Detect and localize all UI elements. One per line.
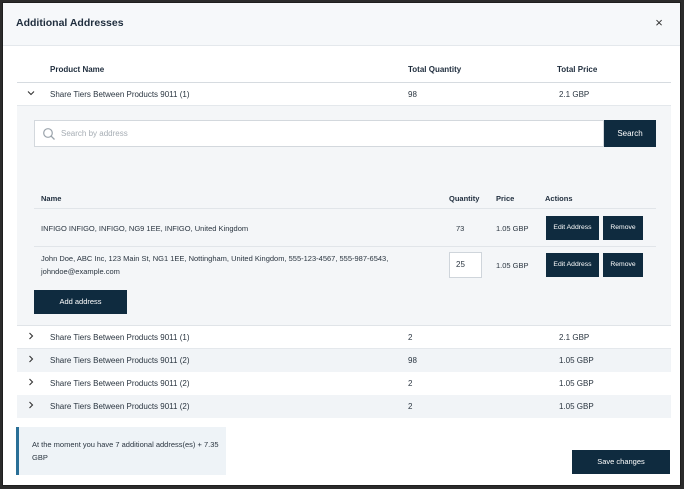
search-field[interactable] [34,120,604,147]
chevron-right-icon[interactable] [26,354,36,366]
modal-title: Additional Addresses [16,17,124,29]
total-price: 1.05 GBP [559,402,594,411]
column-header-actions: Actions [545,194,573,203]
address-price: 1.05 GBP [496,224,529,233]
search-button[interactable]: Search [604,120,656,147]
row-divider [34,246,656,247]
column-header-total-quantity: Total Quantity [408,65,462,74]
table-row[interactable]: Share Tiers Between Products 9011 (2) 2 … [17,372,671,395]
table-row-expanded[interactable]: Share Tiers Between Products 9011 (1) 98… [17,83,671,106]
total-quantity: 2 [408,379,413,388]
table-row[interactable]: Share Tiers Between Products 9011 (2) 98… [17,349,671,372]
total-quantity: 2 [408,402,413,411]
total-price: 2.1 GBP [559,90,590,99]
table-row[interactable]: Share Tiers Between Products 9011 (2) 2 … [17,395,671,418]
product-name: Share Tiers Between Products 9011 (1) [50,90,190,99]
table-row[interactable]: Share Tiers Between Products 9011 (1) 2 … [17,326,671,349]
info-text: At the moment you have 7 additional addr… [32,440,219,462]
add-address-button[interactable]: Add address [34,290,127,314]
total-quantity: 98 [408,356,417,365]
info-message: At the moment you have 7 additional addr… [16,427,226,475]
chevron-down-icon[interactable] [26,88,36,100]
chevron-right-icon[interactable] [26,400,36,412]
search-input[interactable] [61,121,601,146]
address-name: INFIGO INFIGO, INFIGO, NG9 1EE, INFIGO, … [41,224,249,233]
total-quantity: 98 [408,90,417,99]
total-quantity: 2 [408,333,413,342]
remove-button[interactable]: Remove [603,216,643,240]
row-divider [34,208,656,209]
product-name: Share Tiers Between Products 9011 (2) [50,379,190,388]
total-price: 1.05 GBP [559,356,594,365]
edit-address-button[interactable]: Edit Address [546,216,599,240]
search-icon [42,127,56,141]
quantity-input[interactable]: 25 [449,252,482,278]
column-header-product-name: Product Name [50,65,105,74]
column-header-name: Name [41,194,62,203]
remove-button[interactable]: Remove [603,253,643,277]
chevron-right-icon[interactable] [26,331,36,343]
save-changes-button[interactable]: Save changes [572,450,670,474]
address-panel: Search Name Quantity Price Actions INFIG… [17,106,671,326]
product-name: Share Tiers Between Products 9011 (1) [50,333,190,342]
modal-header: Additional Addresses × [3,3,680,46]
edit-address-button[interactable]: Edit Address [546,253,599,277]
product-name: Share Tiers Between Products 9011 (2) [50,402,190,411]
column-header-price: Price [496,194,515,203]
address-quantity: 73 [456,224,465,233]
chevron-right-icon[interactable] [26,377,36,389]
product-name: Share Tiers Between Products 9011 (2) [50,356,190,365]
address-price: 1.05 GBP [496,261,529,270]
total-price: 1.05 GBP [559,379,594,388]
additional-addresses-modal: Additional Addresses × Product Name Tota… [2,2,681,486]
column-header-total-price: Total Price [557,65,598,74]
total-price: 2.1 GBP [559,333,590,342]
close-icon[interactable]: × [652,16,666,30]
column-header-quantity: Quantity [449,194,480,203]
address-name: John Doe, ABC Inc, 123 Main St, NG1 1EE,… [41,254,389,276]
